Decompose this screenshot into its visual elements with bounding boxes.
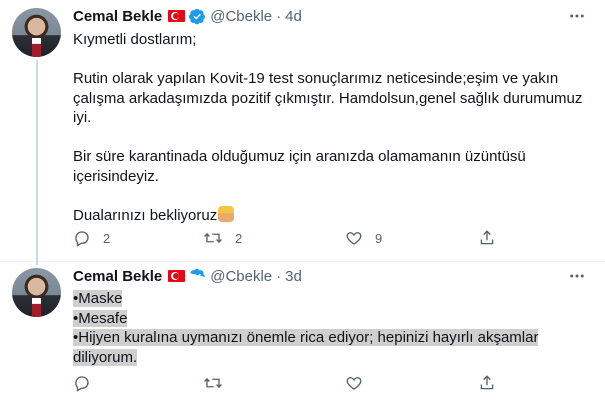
verified-badge-icon (189, 268, 206, 285)
tweet-text: •Maske •Mesafe •Hijyen kuralına uymanızı… (73, 289, 593, 367)
author-handle[interactable]: @Cbekle (210, 268, 272, 285)
separator-dot: · (276, 267, 282, 285)
share-button[interactable] (478, 373, 496, 393)
selected-text: •Hijyen kuralına uymanızı önemle rica ed… (73, 329, 539, 346)
tweet-line: iyi. (73, 109, 92, 126)
person-raising-hand-emoji (218, 205, 235, 222)
reply-icon (73, 374, 91, 392)
tweet-header: Cemal Bekle @Cbekle · 3d (73, 266, 302, 286)
tweet-header: Cemal Bekle @Cbekle · 4d (73, 6, 302, 26)
retweet-button[interactable] (203, 373, 223, 393)
turkey-flag-icon (168, 270, 186, 282)
retweet-icon (203, 229, 223, 247)
turkey-flag-icon (168, 10, 186, 22)
more-options-icon[interactable] (567, 6, 587, 26)
more-options-icon[interactable] (567, 266, 587, 286)
like-icon (345, 374, 363, 392)
tweet-line: Rutin olarak yapılan Kovit-19 test sonuç… (73, 70, 559, 87)
tweet-line: •Maske (73, 289, 593, 309)
author-avatar[interactable] (12, 268, 61, 317)
share-icon (478, 374, 496, 392)
share-button[interactable] (478, 228, 496, 248)
selected-text: •Mesafe (73, 309, 128, 327)
tweet-line: •Hijyen kuralına uymanızı önemle rica ed… (73, 328, 593, 348)
like-count: 9 (375, 230, 383, 246)
thread-connector-line (36, 60, 38, 265)
selected-text: •Maske (73, 290, 123, 307)
author-avatar[interactable] (12, 8, 61, 57)
tweet-timestamp[interactable]: 4d (285, 8, 302, 25)
reply-button[interactable]: 2 (73, 228, 110, 248)
like-button[interactable] (345, 373, 363, 393)
tweet-line: •Mesafe (73, 309, 593, 329)
share-icon (478, 229, 496, 247)
like-icon (345, 229, 363, 247)
reply-count: 2 (103, 230, 111, 246)
retweet-count: 2 (235, 230, 243, 246)
retweet-button[interactable]: 2 (203, 228, 242, 248)
author-name[interactable]: Cemal Bekle (73, 8, 162, 25)
tweet-1[interactable]: Cemal Bekle @Cbekle · 4d Kıymetli dostla… (0, 0, 605, 265)
tweet-line: çalışma arkadaşımızda pozitif çıkmıştır.… (73, 89, 583, 107)
tweet-line: Kıymetli dostlarım; (73, 31, 197, 48)
tweet-line: diliyorum. (73, 348, 593, 368)
author-handle[interactable]: @Cbekle (210, 8, 272, 25)
selected-text: diliyorum. (73, 348, 138, 366)
tweet-actions (73, 373, 513, 393)
retweet-icon (203, 374, 223, 392)
verified-badge-icon (189, 8, 206, 25)
tweet-timestamp[interactable]: 3d (285, 268, 302, 285)
tweet-line: içerisindeyiz. (73, 167, 159, 185)
tweet-actions: 2 2 9 (73, 228, 513, 248)
reply-icon (73, 229, 91, 247)
like-button[interactable]: 9 (345, 228, 382, 248)
tweet-line: Bir süre karantinada olduğumuz için aran… (73, 148, 526, 165)
reply-button[interactable] (73, 373, 91, 393)
tweet-line-closing: Dualarınızı bekliyoruz (73, 205, 593, 226)
separator-dot: · (276, 7, 282, 25)
author-name[interactable]: Cemal Bekle (73, 268, 162, 285)
closing-text: Dualarınızı bekliyoruz (73, 206, 218, 224)
tweet-text: Kıymetli dostlarım; Rutin olarak yapılan… (73, 30, 593, 225)
